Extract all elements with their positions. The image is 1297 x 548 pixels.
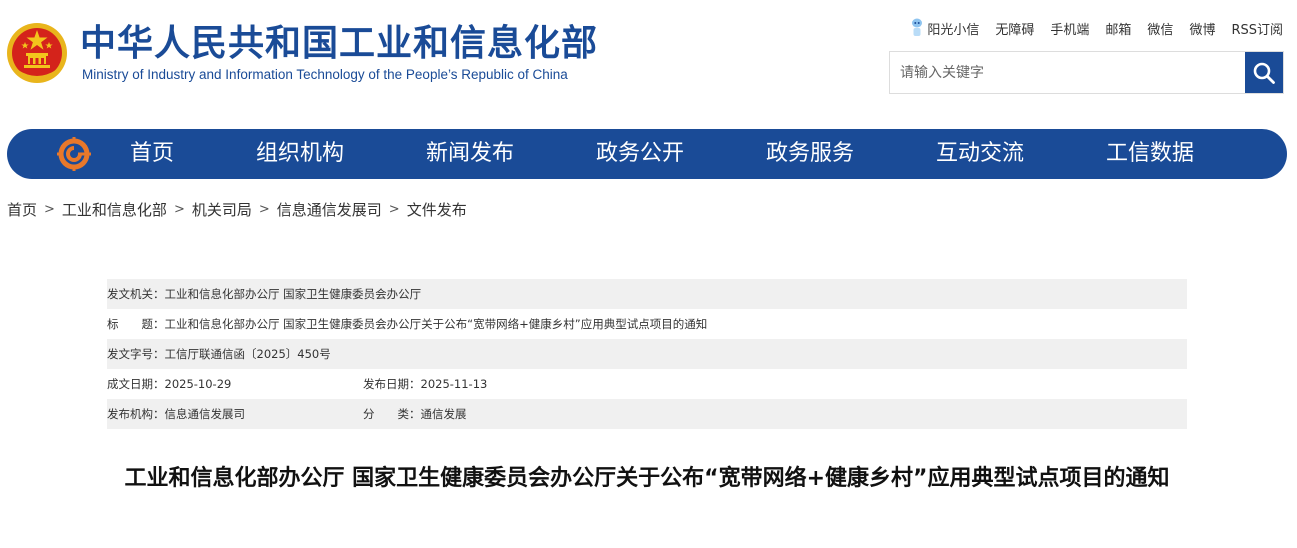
nav-organization[interactable]: 组织机构 [256, 129, 344, 179]
top-links: 阳光小信 无障碍 手机端 邮箱 微信 微博 RSS订阅 [911, 18, 1283, 38]
nav-news[interactable]: 新闻发布 [426, 129, 514, 179]
meta-row-agency: 发布机构：信息通信发展司 分 类：通信发展 [107, 399, 1187, 429]
nav-data[interactable]: 工信数据 [1106, 129, 1194, 179]
meta-agency: 发布机构：信息通信发展司 [107, 407, 245, 421]
breadcrumb-separator: > [44, 202, 55, 217]
meta-published-date: 发布日期：2025-11-13 [363, 377, 488, 391]
meta-created-date: 成文日期：2025-10-29 [107, 377, 232, 391]
breadcrumb-separator: > [388, 202, 400, 217]
meta-row-dates: 成文日期：2025-10-29 发布日期：2025-11-13 [107, 369, 1187, 399]
meta-row-subject: 标 题：工业和信息化部办公厅 国家卫生健康委员会办公厅关于公布“宽带网络+健康乡… [107, 309, 1187, 339]
breadcrumb-documents[interactable]: 文件发布 [407, 199, 467, 220]
toplink-wechat[interactable]: 微信 [1147, 19, 1173, 38]
site-title[interactable]: 中华人民共和国工业和信息化部 [80, 22, 598, 66]
breadcrumb-separator: > [173, 202, 185, 217]
site-title-english[interactable]: Ministry of Industry and Information Tec… [82, 67, 568, 82]
nav-home[interactable]: 首页 [130, 129, 174, 179]
breadcrumb-home[interactable]: 首页 [7, 199, 37, 220]
toplink-sunshine[interactable]: 阳光小信 [911, 18, 979, 38]
document-metadata: 发文机关：工业和信息化部办公厅 国家卫生健康委员会办公厅 标 题：工业和信息化部… [107, 279, 1187, 429]
search-input[interactable] [890, 52, 1245, 93]
meta-row-doc-number: 发文字号：工信厅联通信函〔2025〕450号 [107, 339, 1187, 369]
toplink-rss[interactable]: RSS订阅 [1231, 19, 1283, 38]
breadcrumb-departments[interactable]: 机关司局 [192, 199, 252, 220]
nav-services[interactable]: 政务服务 [766, 129, 854, 179]
search-icon [1253, 62, 1275, 84]
nav-government-affairs[interactable]: 政务公开 [596, 129, 684, 179]
national-emblem-icon [7, 23, 67, 83]
breadcrumb: 首页 > 工业和信息化部 > 机关司局 > 信息通信发展司 > 文件发布 [7, 199, 467, 220]
ministry-logo-icon [57, 137, 91, 171]
meta-doc-number: 发文字号：工信厅联通信函〔2025〕450号 [107, 347, 331, 361]
meta-issuer: 发文机关：工业和信息化部办公厅 国家卫生健康委员会办公厅 [107, 287, 422, 301]
robot-mascot-icon [912, 18, 923, 36]
toplink-weibo[interactable]: 微博 [1189, 19, 1215, 38]
main-nav: 首页 组织机构 新闻发布 政务公开 政务服务 互动交流 工信数据 [7, 129, 1287, 179]
breadcrumb-ict-department[interactable]: 信息通信发展司 [277, 199, 382, 220]
meta-category: 分 类：通信发展 [363, 407, 467, 421]
search-box [889, 51, 1284, 94]
toplink-accessibility[interactable]: 无障碍 [995, 19, 1034, 38]
breadcrumb-separator: > [258, 202, 270, 217]
toplink-mobile[interactable]: 手机端 [1050, 19, 1089, 38]
toplink-mail[interactable]: 邮箱 [1105, 19, 1131, 38]
meta-row-issuer: 发文机关：工业和信息化部办公厅 国家卫生健康委员会办公厅 [107, 279, 1187, 309]
search-button[interactable] [1245, 52, 1283, 93]
toplink-label: 阳光小信 [927, 22, 980, 38]
breadcrumb-ministry[interactable]: 工业和信息化部 [62, 199, 167, 220]
document-title: 工业和信息化部办公厅 国家卫生健康委员会办公厅关于公布“宽带网络+健康乡村”应用… [124, 466, 1170, 491]
nav-interaction[interactable]: 互动交流 [936, 129, 1024, 179]
meta-subject: 标 题：工业和信息化部办公厅 国家卫生健康委员会办公厅关于公布“宽带网络+健康乡… [107, 317, 708, 331]
